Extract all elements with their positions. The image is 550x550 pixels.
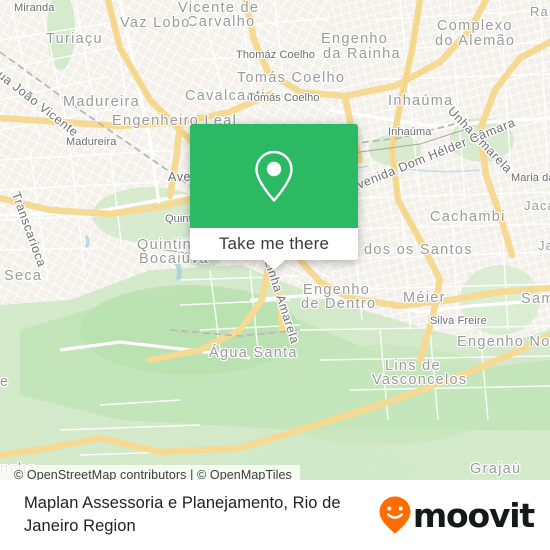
popup-header	[190, 124, 358, 228]
take-me-there-label: Take me there	[218, 234, 330, 253]
map-pin-icon	[255, 150, 293, 202]
page-title: Maplan Assessoria e Planejamento, Rio de…	[24, 494, 341, 535]
moovit-pin-smiley-icon	[379, 496, 411, 534]
map-viewport[interactable]: Miranda Vicente de Carvalho Complexo do Alem…	[0, 0, 550, 480]
moovit-wordmark: moovit	[412, 495, 535, 535]
bottom-bar: Maplan Assessoria e Planejamento, Rio de…	[0, 480, 550, 550]
attribution-text: © OpenStreetMap contributors | © OpenMap…	[14, 467, 292, 481]
popup-footer[interactable]: Take me there	[190, 228, 358, 270]
popup-pointer-tail	[262, 259, 286, 270]
location-popup-card[interactable]: Take me there	[190, 124, 358, 270]
moovit-logo[interactable]: moovit	[378, 495, 535, 535]
map-attribution: © OpenStreetMap contributors | © OpenMap…	[0, 465, 300, 480]
